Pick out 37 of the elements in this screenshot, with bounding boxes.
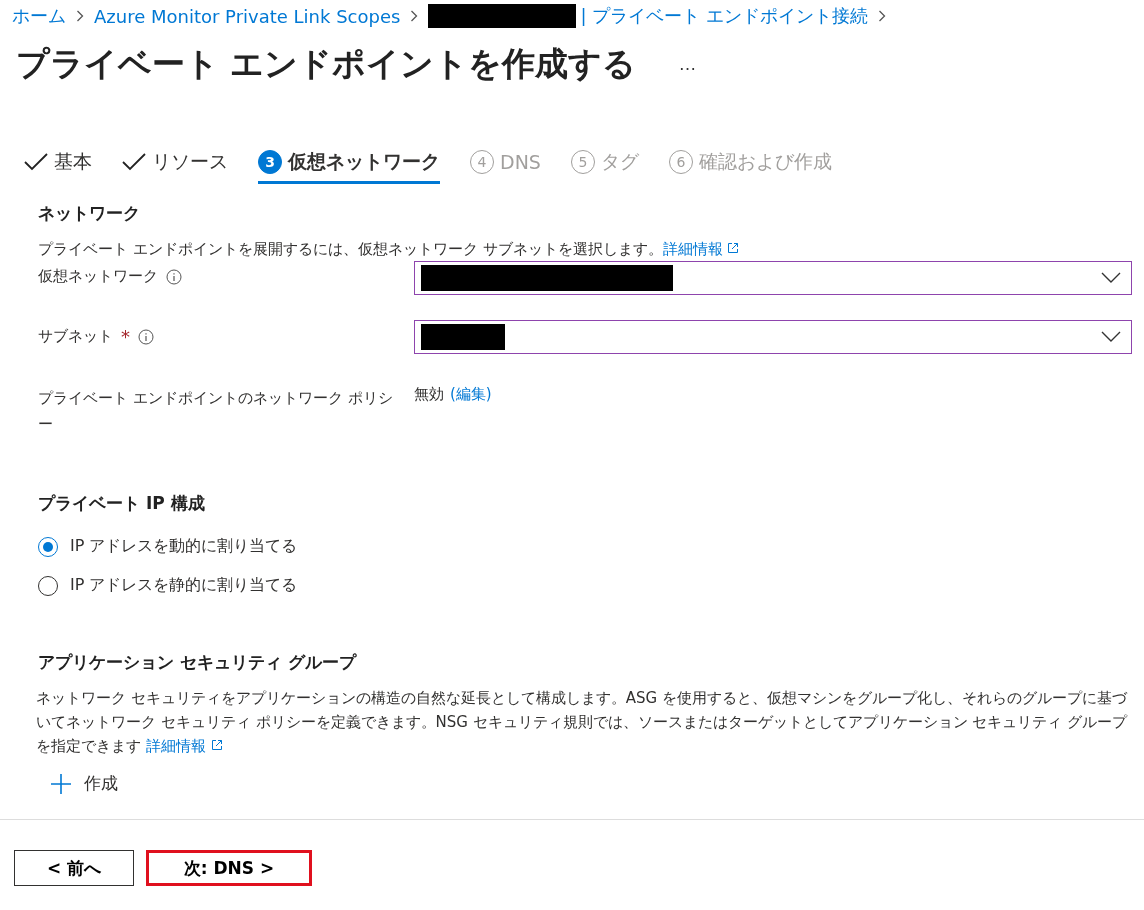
dropdown-field[interactable] bbox=[414, 320, 1132, 354]
section-heading: プライベート IP 構成 bbox=[38, 492, 206, 515]
breadcrumb-link[interactable]: ホーム bbox=[12, 4, 66, 28]
field-value: 無効 bbox=[414, 385, 444, 404]
step-number: 3 bbox=[258, 150, 282, 174]
chevron-right-icon bbox=[410, 10, 419, 22]
required-asterisk: * bbox=[121, 326, 130, 347]
description-text: ネットワーク セキュリティをアプリケーションの構造の自然な延長として構成します。ASG を使用すると、仮想マシンをグループ化し、それらのグループに基づいてネットワーク セキュリティ ポリシーを定義できます。NSG セキュリティ規則では、ソースまたはターゲットとしてアプリケーション セキュリティ グループを指定できます 詳細情報 bbox=[36, 688, 1129, 757]
field-label: プライベート エンドポイントのネットワーク ポリシー bbox=[38, 388, 394, 435]
chevron-right-icon bbox=[877, 10, 886, 22]
wizard-tab[interactable]: リソース bbox=[122, 149, 228, 184]
edit-link[interactable]: (編集) bbox=[450, 385, 492, 404]
breadcrumb-link[interactable]: | プライベート エンドポイント接続 bbox=[580, 4, 868, 28]
section-heading: ネットワーク bbox=[38, 202, 141, 225]
learn-more-link[interactable]: 詳細情報 bbox=[145, 737, 223, 755]
plus-icon bbox=[50, 772, 72, 795]
learn-more-link[interactable]: 詳細情報 bbox=[662, 240, 740, 258]
radio-option[interactable]: IP アドレスを静的に割り当てる bbox=[38, 566, 1132, 605]
wizard-tab[interactable]: 3 仮想ネットワーク bbox=[258, 149, 440, 184]
chevron-right-icon bbox=[76, 10, 84, 22]
more-button[interactable]: … bbox=[674, 54, 701, 75]
wizard-tab[interactable]: 基本 bbox=[24, 149, 92, 184]
create-button[interactable]: 作成 bbox=[38, 758, 130, 809]
dropdown-field[interactable] bbox=[414, 261, 1132, 295]
section-heading: アプリケーション セキュリティ グループ bbox=[38, 651, 358, 674]
external-link-icon bbox=[727, 242, 740, 254]
nav-button[interactable]: 次: DNS > bbox=[146, 850, 312, 886]
breadcrumb-link[interactable]: Azure Monitor Private Link Scopes bbox=[94, 5, 401, 27]
field-label: サブネット bbox=[38, 327, 113, 346]
nav-button[interactable]: < 前へ bbox=[14, 850, 134, 886]
page-title: プライベート エンドポイントを作成する bbox=[16, 43, 637, 85]
description-text: プライベート エンドポイントを展開するには、仮想ネットワーク サブネットを選択します。詳細情報 bbox=[38, 237, 1132, 261]
field-label: 仮想ネットワーク bbox=[38, 267, 158, 286]
chevron-down-icon bbox=[1101, 272, 1121, 284]
external-link-icon bbox=[210, 739, 223, 751]
chevron-down-icon bbox=[1101, 331, 1121, 343]
radio-option[interactable]: IP アドレスを動的に割り当てる bbox=[38, 527, 1132, 566]
